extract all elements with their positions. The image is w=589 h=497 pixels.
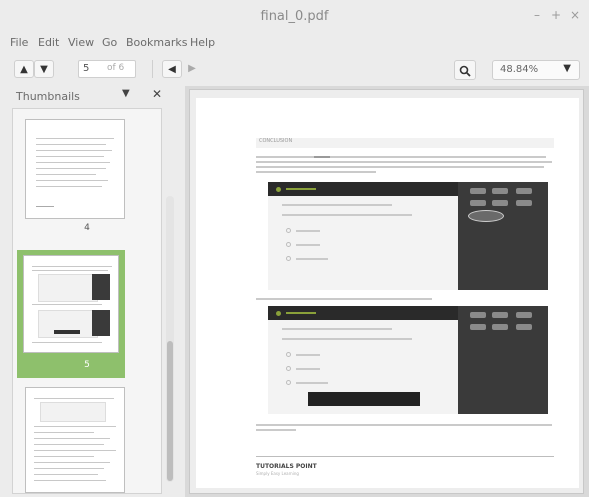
menu-file[interactable]: File — [10, 36, 28, 49]
page-current: 5 — [83, 63, 90, 74]
pdf-page: CONCLUSION TUTORIALS POINT Simply Easy L… — [196, 98, 579, 488]
page-number-field[interactable]: 5 of 6 — [78, 60, 136, 78]
sidebar-mode-dropdown-icon[interactable]: ▼ — [122, 88, 130, 99]
forward-button[interactable]: ▶ — [182, 60, 202, 78]
back-button[interactable]: ◀ — [162, 60, 182, 78]
menu-go[interactable]: Go — [102, 36, 117, 49]
toolbar: ▲ ▼ 5 of 6 ◀ ▶ 48.84% ▼ — [0, 56, 589, 86]
thumbnail-page-5[interactable] — [23, 255, 119, 353]
zoom-select[interactable]: 48.84% ▼ — [492, 60, 580, 80]
minimize-icon[interactable]: – — [528, 6, 546, 24]
sidebar: Thumbnails ▼ ✕ 4 5 — [0, 86, 180, 497]
footer-brand: TUTORIALS POINT — [256, 463, 317, 470]
document-viewport: CONCLUSION TUTORIALS POINT Simply Easy L… — [189, 89, 584, 494]
sidebar-header: Thumbnails ▼ ✕ — [0, 86, 180, 108]
sidebar-close-icon[interactable]: ✕ — [152, 87, 162, 101]
menu-help[interactable]: Help — [190, 36, 215, 49]
menu-bar: File Edit View Go Bookmarks Help — [0, 32, 589, 56]
toolbar-divider — [152, 60, 153, 78]
search-icon — [459, 65, 471, 77]
close-icon[interactable]: × — [566, 6, 584, 24]
embedded-screenshot-1 — [268, 182, 548, 290]
document-view[interactable]: CONCLUSION TUTORIALS POINT Simply Easy L… — [185, 86, 589, 497]
footer-tagline: Simply Easy Learning — [256, 471, 299, 476]
scrollbar-thumb[interactable] — [167, 341, 173, 481]
thumbnail-page-6[interactable] — [25, 387, 125, 493]
title-bar: final_0.pdf – + × — [0, 0, 589, 32]
thumbnail-list[interactable]: 4 5 — [12, 108, 162, 494]
pdf-viewer-window: final_0.pdf – + × File Edit View Go Book… — [0, 0, 589, 497]
section-header: CONCLUSION — [256, 138, 554, 148]
window-title: final_0.pdf — [260, 9, 329, 24]
thumbnail-label-4: 4 — [84, 223, 90, 233]
previous-page-button[interactable]: ▲ — [14, 60, 34, 78]
page-total: of 6 — [107, 63, 125, 73]
menu-view[interactable]: View — [68, 36, 94, 49]
sidebar-title: Thumbnails — [16, 90, 80, 103]
thumbnail-label-5: 5 — [84, 360, 90, 370]
next-page-button[interactable]: ▼ — [34, 60, 54, 78]
menu-edit[interactable]: Edit — [38, 36, 59, 49]
search-button[interactable] — [454, 60, 476, 80]
sidebar-scrollbar[interactable] — [166, 196, 174, 482]
chevron-down-icon: ▼ — [563, 63, 571, 74]
maximize-icon[interactable]: + — [547, 6, 565, 24]
zoom-value: 48.84% — [500, 64, 539, 75]
thumbnail-page-4[interactable] — [25, 119, 125, 219]
embedded-screenshot-2 — [268, 306, 548, 414]
menu-bookmarks[interactable]: Bookmarks — [126, 36, 187, 49]
